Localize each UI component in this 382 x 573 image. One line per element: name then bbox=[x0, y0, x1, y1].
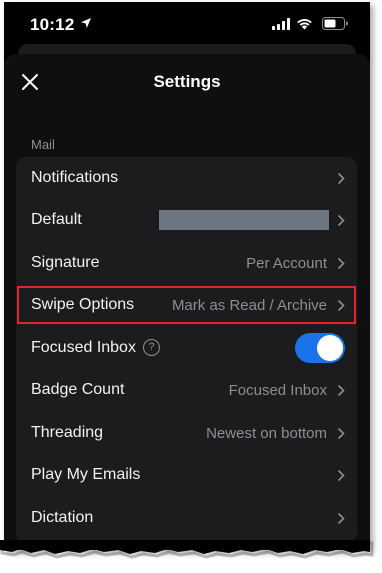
redacted-value bbox=[159, 210, 329, 230]
section-label-mail: Mail bbox=[31, 137, 55, 152]
row-badge-count[interactable]: Badge Count Focused Inbox bbox=[16, 369, 357, 411]
row-swipe-options[interactable]: Swipe Options Mark as Read / Archive bbox=[16, 284, 357, 326]
row-play-my-emails[interactable]: Play My Emails bbox=[16, 454, 357, 496]
settings-sheet: Settings Mail Notifications Default Sign… bbox=[4, 54, 370, 550]
row-value: Mark as Read / Archive bbox=[171, 297, 327, 314]
chevron-right-icon bbox=[337, 427, 345, 440]
chevron-right-icon bbox=[337, 299, 345, 312]
row-value: Newest on bottom bbox=[206, 425, 327, 442]
mail-settings-group: Notifications Default Signature Per Acco… bbox=[16, 157, 357, 542]
chevron-right-icon bbox=[337, 172, 345, 185]
chevron-right-icon bbox=[337, 469, 345, 482]
battery-icon bbox=[322, 17, 348, 30]
row-label: Badge Count bbox=[31, 381, 125, 398]
help-icon[interactable]: ? bbox=[143, 339, 160, 356]
status-time: 10:12 bbox=[30, 15, 75, 34]
torn-edge bbox=[0, 540, 374, 559]
row-value: Focused Inbox bbox=[228, 382, 327, 399]
row-threading[interactable]: Threading Newest on bottom bbox=[16, 412, 357, 454]
chevron-right-icon bbox=[337, 214, 345, 227]
row-dictation[interactable]: Dictation bbox=[16, 497, 357, 539]
status-bar: 10:12 bbox=[4, 2, 370, 46]
cellular-signal-icon bbox=[272, 18, 290, 30]
row-notifications[interactable]: Notifications bbox=[16, 157, 357, 199]
location-arrow-icon bbox=[81, 18, 91, 28]
row-signature[interactable]: Signature Per Account bbox=[16, 242, 357, 284]
row-label: Signature bbox=[31, 254, 100, 271]
row-label: Threading bbox=[31, 424, 104, 441]
row-default[interactable]: Default bbox=[16, 199, 357, 241]
focused-inbox-toggle[interactable] bbox=[295, 333, 345, 363]
chevron-right-icon bbox=[337, 257, 345, 270]
page-title: Settings bbox=[153, 72, 221, 91]
wifi-icon bbox=[297, 19, 312, 30]
row-label: Dictation bbox=[31, 509, 94, 526]
row-label: Default bbox=[31, 211, 82, 228]
toggle-knob bbox=[317, 335, 343, 361]
row-value: Per Account bbox=[246, 255, 327, 272]
chevron-right-icon bbox=[337, 384, 345, 397]
row-label: Play My Emails bbox=[31, 466, 141, 483]
phone-screen: 10:12 Settings Mail Notifications Defaul… bbox=[4, 2, 370, 550]
row-label: Notifications bbox=[31, 169, 119, 186]
chevron-right-icon bbox=[337, 512, 345, 525]
row-label: Swipe Options bbox=[31, 296, 135, 313]
row-focused-inbox: Focused Inbox ? bbox=[16, 327, 357, 369]
row-label: Focused Inbox bbox=[31, 339, 136, 356]
